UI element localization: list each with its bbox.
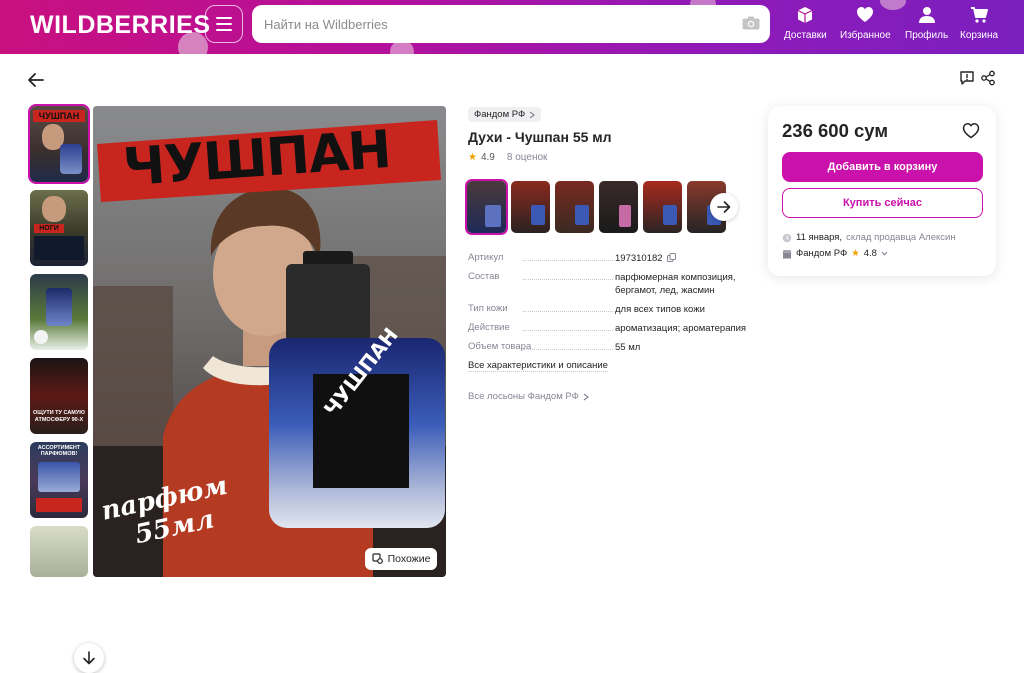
nav-profile[interactable]: Профиль — [905, 6, 948, 41]
seller-info[interactable]: Фандом РФ ★ 4.8 — [782, 248, 888, 259]
nav-label: Профиль — [905, 30, 949, 41]
arrow-right-icon — [717, 201, 731, 213]
site-header: WILDBERRIES Доставки Избранное Профиль К… — [0, 0, 1024, 54]
nav-label: Корзина — [960, 30, 999, 41]
variants-next-button[interactable] — [710, 193, 738, 221]
variant-3[interactable] — [555, 181, 594, 233]
box-icon — [798, 7, 813, 23]
logo[interactable]: WILDBERRIES — [30, 11, 211, 40]
thumbnail-text: ОЩУТИ ТУ САМУЮ АТМОСФЕРУ 90-Х — [33, 410, 85, 423]
thumbnail-6[interactable] — [30, 526, 88, 577]
all-lotions-link[interactable]: Все лосьоны Фандом РФ — [468, 391, 589, 402]
variant-1[interactable] — [467, 181, 506, 233]
arrow-down-icon — [83, 651, 95, 665]
menu-icon — [216, 17, 232, 19]
chevron-right-icon — [583, 393, 589, 400]
report-icon[interactable] — [959, 70, 975, 86]
favorite-heart-icon[interactable] — [962, 122, 980, 140]
thumbnail-2[interactable]: НОГИ — [30, 190, 88, 266]
user-icon — [918, 7, 935, 23]
cart-icon — [971, 7, 989, 23]
thumbnail-text: ЧУШПАН — [33, 110, 85, 122]
copy-icon[interactable] — [667, 253, 677, 262]
search-bar — [252, 5, 770, 43]
price-card: 236 600 сум Добавить в корзину Купить се… — [768, 106, 996, 276]
variant-5[interactable] — [643, 181, 682, 233]
add-to-cart-button[interactable]: Добавить в корзину — [782, 152, 983, 182]
buy-now-button[interactable]: Купить сейчас — [782, 188, 983, 218]
thumbnail-5[interactable]: АССОРТИМЕНТ ПАРФЮМОВ! — [30, 442, 88, 518]
thumbnail-text: НОГИ — [34, 224, 64, 233]
thumbnail-text: АССОРТИМЕНТ ПАРФЮМОВ! — [37, 445, 81, 457]
shop-icon — [782, 249, 792, 258]
nav-label: Избранное — [840, 30, 891, 41]
search-input[interactable] — [264, 5, 724, 43]
nav-cart[interactable]: Корзина — [960, 6, 998, 41]
reviews-link[interactable]: 8 оценок — [507, 152, 548, 163]
chevron-right-icon — [529, 111, 536, 118]
nav-deliveries[interactable]: Доставки — [784, 6, 827, 41]
camera-icon[interactable] — [742, 16, 760, 30]
warehouse-icon — [782, 233, 792, 242]
nav-favorites[interactable]: Избранное — [840, 6, 891, 41]
similar-button[interactable]: Похожие — [365, 548, 437, 570]
star-icon: ★ — [468, 152, 477, 163]
star-icon: ★ — [851, 248, 860, 259]
share-icon[interactable] — [980, 70, 996, 86]
price: 236 600 сум — [782, 120, 889, 141]
variant-4[interactable] — [599, 181, 638, 233]
main-product-image[interactable]: ЧУШПАН ЧУШПАН парфюм 55мл — [93, 106, 446, 577]
all-specs-link[interactable]: Все характеристики и описание — [468, 360, 608, 372]
thumbnail-3[interactable] — [30, 274, 88, 350]
similar-icon — [371, 553, 383, 564]
variant-2[interactable] — [511, 181, 550, 233]
heart-icon — [857, 7, 874, 22]
thumbnail-4[interactable]: ОЩУТИ ТУ САМУЮ АТМОСФЕРУ 90-Х — [30, 358, 88, 434]
brand-link[interactable]: Фандом РФ — [468, 107, 542, 122]
thumbnail-1[interactable]: ЧУШПАН — [30, 106, 88, 182]
delivery-info: 11 января, склад продавца Алексин — [782, 232, 956, 243]
menu-button[interactable] — [205, 5, 243, 43]
article-number[interactable]: 197310182 — [615, 253, 663, 264]
scroll-down-button[interactable] — [74, 643, 104, 673]
back-arrow-icon[interactable] — [26, 70, 46, 90]
product-title: Духи - Чушпан 55 мл — [468, 129, 612, 145]
chevron-down-icon — [881, 251, 888, 256]
nav-label: Доставки — [784, 30, 827, 41]
product-rating: ★ 4.9 8 оценок — [468, 152, 548, 163]
